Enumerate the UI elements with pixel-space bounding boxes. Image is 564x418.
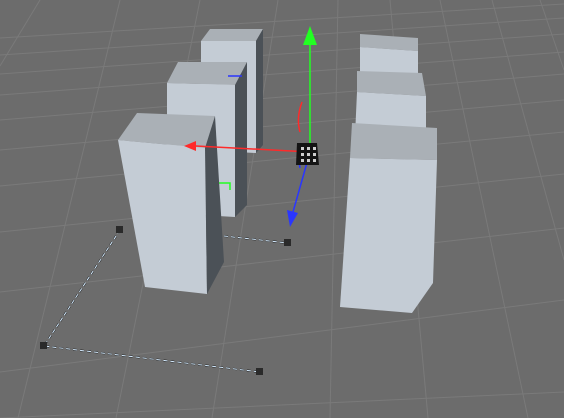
box-right-front[interactable] (340, 123, 437, 313)
y-axis-arrow-icon[interactable] (303, 26, 317, 152)
viewport-canvas[interactable] (0, 0, 564, 418)
floor-grid (0, 0, 564, 418)
spline-point[interactable] (284, 239, 291, 246)
spline-point[interactable] (256, 368, 263, 375)
gizmo-handle-icon[interactable] (296, 143, 319, 165)
rotation-arc[interactable] (297, 101, 303, 133)
3d-viewport[interactable] (0, 0, 564, 418)
box-left-front[interactable] (118, 113, 224, 294)
spline-point[interactable] (40, 342, 47, 349)
spline-point[interactable] (116, 226, 123, 233)
